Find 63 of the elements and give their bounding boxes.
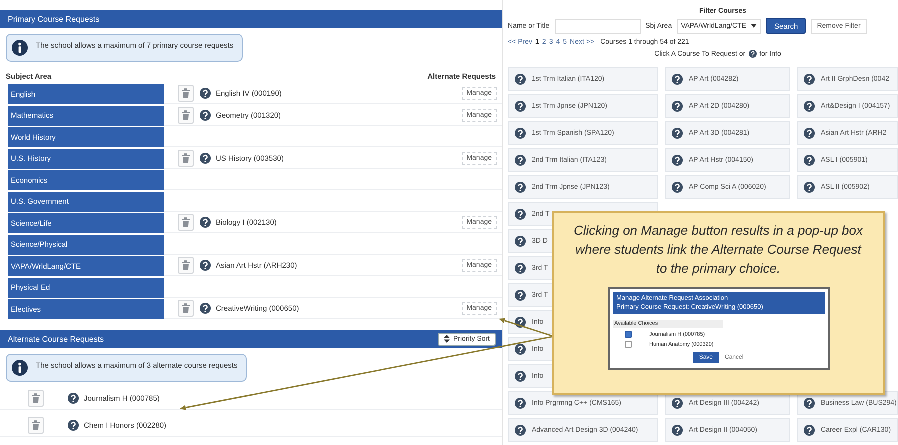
help-icon [804,128,815,138]
help-icon [515,236,526,246]
callout-text: Clicking on Manage button results in a pop-up box where students link the Alternate Course Request to the primary choice. [572,222,864,278]
info-icon [12,360,28,376]
help-icon [515,424,526,436]
help-icon [672,128,683,138]
help-icon [515,154,526,166]
section-header: Primary Course Requests [0,10,502,28]
caret-icon [751,24,758,28]
help-icon [804,398,815,408]
help-icon [804,100,815,112]
help-icon [804,154,815,166]
trash-icon [181,152,191,164]
trash-icon [181,260,191,271]
help-icon [672,424,683,436]
help-icon [515,398,526,408]
delete-button[interactable] [178,150,194,166]
help-icon [804,424,815,436]
checkbox[interactable] [624,341,632,348]
delete-button[interactable] [28,417,44,434]
help-icon [515,74,526,84]
trash-icon [181,88,191,99]
section-title: Alternate Course Requests [8,334,104,344]
delete-button[interactable] [28,390,44,407]
help-icon [515,370,526,382]
help-icon [515,182,526,192]
help-icon [515,344,526,354]
help-icon [672,74,683,84]
help-icon [200,152,211,164]
help-icon [68,393,79,404]
help-icon [200,303,211,314]
info-icon [12,40,28,56]
help-icon [672,100,683,112]
help-icon [672,154,683,166]
help-icon [200,217,211,228]
help-icon [804,74,815,84]
help-icon [672,182,683,192]
delete-button[interactable] [178,257,194,274]
help-icon [515,208,526,220]
checkbox[interactable] [624,331,632,338]
delete-button[interactable] [178,106,194,124]
help-icon [200,260,211,271]
help-icon [672,398,683,408]
sort-icon [444,335,450,343]
delete-button[interactable] [178,85,194,102]
help-icon [748,50,757,58]
trash-icon [181,303,191,314]
trash-icon [31,420,41,431]
delete-button[interactable] [178,300,194,317]
help-icon [515,128,526,138]
help-icon [515,290,526,300]
trash-icon [181,217,191,228]
help-icon [68,420,79,431]
delete-button[interactable] [178,214,194,231]
help-icon [515,100,526,112]
help-icon [200,88,211,99]
trash-icon [181,110,191,120]
help-icon [200,110,211,120]
name-input-field[interactable] [554,18,641,34]
help-icon [515,316,526,328]
trash-icon [31,393,41,404]
help-icon [804,182,815,192]
help-icon [515,262,526,274]
